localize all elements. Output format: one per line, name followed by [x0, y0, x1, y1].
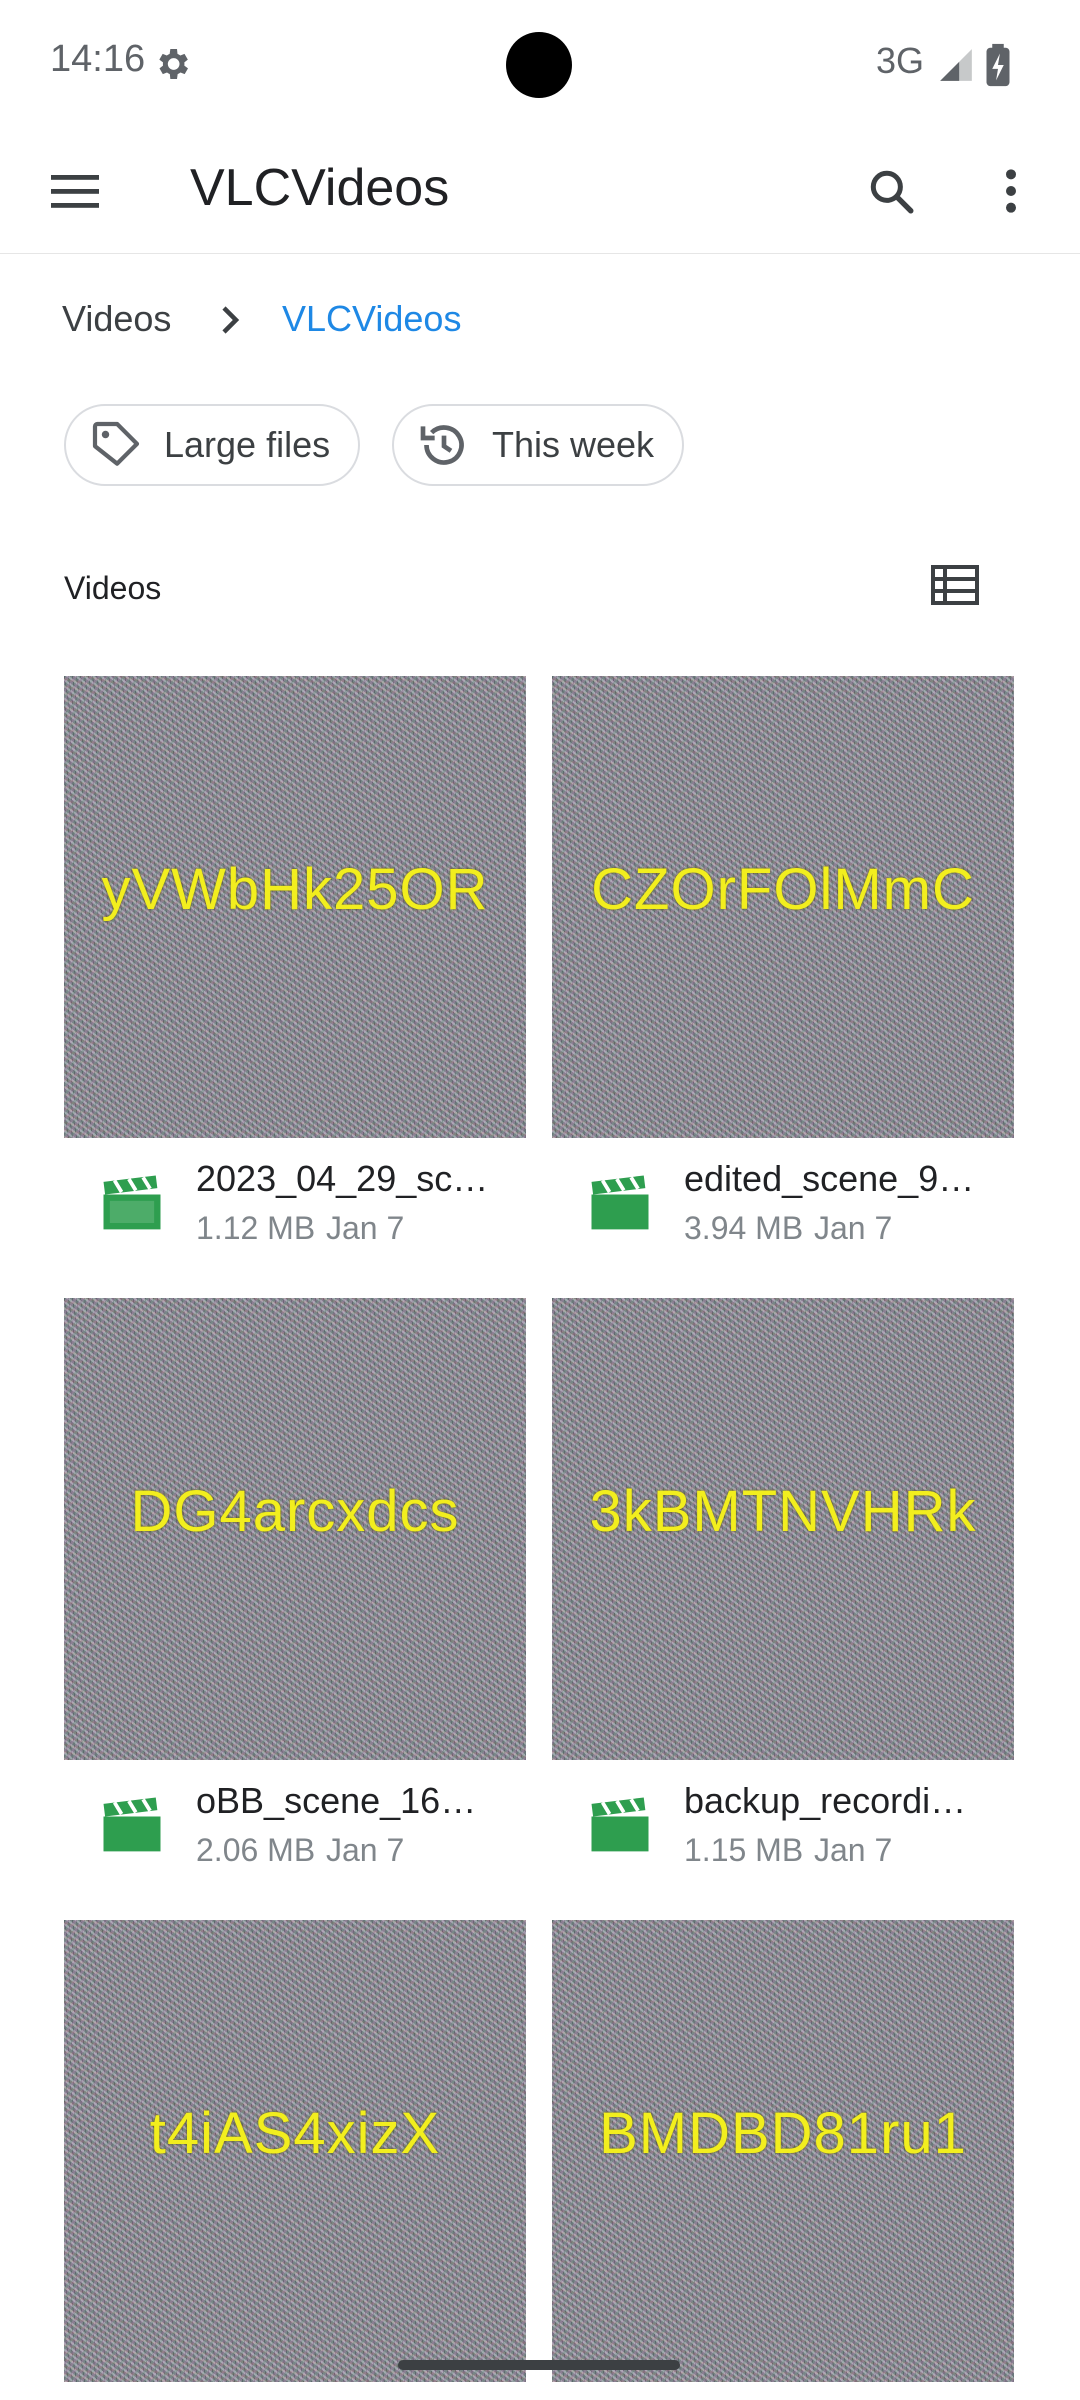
clapperboard-icon [103, 1175, 161, 1230]
menu-button[interactable] [30, 158, 120, 224]
gesture-nav-handle[interactable] [398, 2360, 680, 2370]
video-thumbnail[interactable]: DG4arcxdcs [64, 1298, 526, 1760]
status-bar: 14:16 3G [0, 0, 1080, 128]
video-date: Jan 7 [814, 1832, 893, 1868]
video-title: backup_recording.mp4 [684, 1780, 984, 1821]
thumbnail-text: 3kBMTNVHRk [589, 1479, 977, 1544]
menu-icon [51, 175, 99, 208]
video-card[interactable]: t4iAS4xizX [64, 1920, 530, 2382]
clapperboard-icon [591, 1797, 649, 1852]
more-vert-icon [1006, 169, 1016, 213]
section-header: Videos [0, 510, 1080, 666]
video-card[interactable]: BMDBD81ru1 [552, 1920, 1018, 2382]
video-date: Jan 7 [814, 1210, 893, 1246]
thumbnail-text: DG4arcxdcs [130, 1479, 460, 1544]
app-bar: VLCVideos [0, 128, 1080, 254]
video-size: 2.06 MB [196, 1832, 316, 1868]
battery-charging-icon [986, 43, 1010, 87]
video-date: Jan 7 [326, 1210, 405, 1246]
status-time: 14:16 [50, 38, 146, 80]
breadcrumb-current[interactable]: VLCVideos [282, 298, 461, 340]
video-size: 3.94 MB [684, 1210, 804, 1246]
video-meta: oBB_scene_16_.mp4 2.06 MB Jan 7 [64, 1760, 530, 1894]
history-icon [420, 425, 464, 465]
section-title: Videos [64, 570, 162, 606]
clapperboard-icon [591, 1175, 649, 1230]
video-meta: edited_scene_9.mp4 3.94 MB Jan 7 [552, 1138, 1018, 1272]
thumbnail-text: BMDBD81ru1 [599, 2101, 967, 2166]
video-title: oBB_scene_16_.mp4 [196, 1780, 496, 1821]
breadcrumb: Videos VLCVideos [0, 256, 1080, 382]
video-title: 2023_04_29_scene_1.mp4 [196, 1158, 496, 1199]
video-size: 1.15 MB [684, 1832, 804, 1868]
filter-chip-large-files[interactable]: Large files [64, 404, 361, 486]
video-card[interactable]: yVWbHk25OR 2023_04_29_scene_1.mp4 1.12 M… [64, 676, 530, 1272]
page-title: VLCVideos [190, 159, 450, 217]
video-thumbnail[interactable]: 3kBMTNVHRk [552, 1298, 1014, 1760]
filter-chips: Large files This week [0, 384, 1080, 508]
video-date: Jan 7 [326, 1832, 405, 1868]
thumbnail-text: yVWbHk25OR [101, 857, 489, 922]
video-thumbnail[interactable]: t4iAS4xizX [64, 1920, 526, 2382]
filter-chip-this-week[interactable]: This week [392, 404, 685, 486]
settings-gear-icon [159, 49, 188, 79]
search-icon [870, 170, 914, 214]
thumbnail-text: CZOrFOlMmC [591, 857, 975, 922]
chip-label: Large files [164, 424, 331, 465]
video-meta: 2023_04_29_scene_1.mp4 1.12 MB Jan 7 [64, 1138, 530, 1272]
breadcrumb-root[interactable]: Videos [62, 298, 171, 340]
video-thumbnail[interactable]: BMDBD81ru1 [552, 1920, 1014, 2382]
chip-label: This week [492, 424, 655, 465]
video-meta: backup_recording.mp4 1.15 MB Jan 7 [552, 1760, 1018, 1894]
view-mode-toggle-button[interactable] [894, 524, 1016, 646]
signal-icon [940, 49, 972, 81]
network-type: 3G [876, 40, 925, 81]
video-card[interactable]: 3kBMTNVHRk backup_recording.mp4 1.15 MB … [552, 1298, 1018, 1894]
label-tag-icon [92, 421, 140, 466]
video-thumbnail[interactable]: CZOrFOlMmC [552, 676, 1014, 1138]
list-view-icon [931, 565, 979, 605]
video-size: 1.12 MB [196, 1210, 316, 1246]
more-options-button[interactable] [966, 158, 1056, 224]
thumbnail-text: t4iAS4xizX [149, 2101, 441, 2166]
clapperboard-icon [103, 1797, 161, 1852]
search-button[interactable] [846, 158, 936, 224]
video-card[interactable]: DG4arcxdcs oBB_scene_16_.mp4 2.06 MB Jan… [64, 1298, 530, 1894]
video-thumbnail[interactable]: yVWbHk25OR [64, 676, 526, 1138]
chevron-right-icon [222, 306, 240, 334]
camera-cutout [506, 32, 572, 98]
video-card[interactable]: CZOrFOlMmC edited_scene_9.mp4 3.94 MB Ja… [552, 676, 1018, 1272]
video-title: edited_scene_9.mp4 [684, 1158, 984, 1199]
